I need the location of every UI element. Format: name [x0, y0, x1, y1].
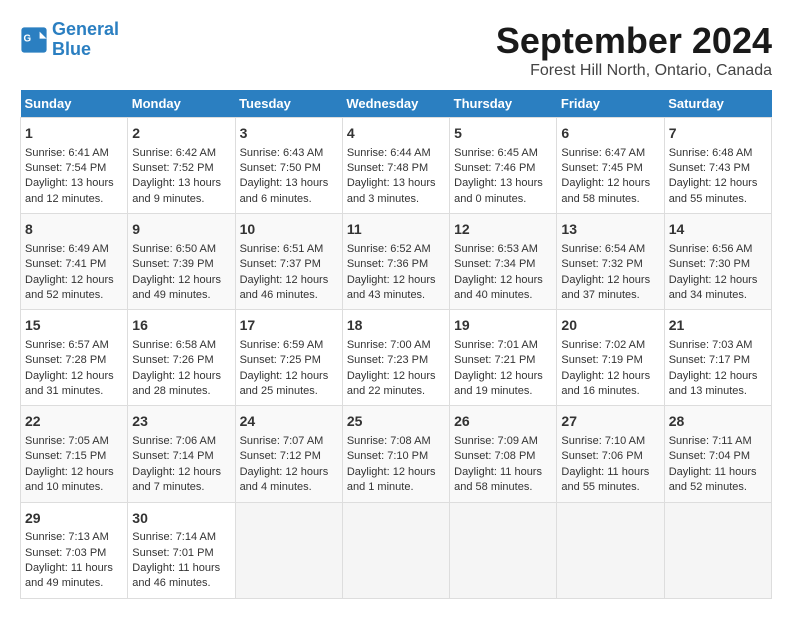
day-24: 24 Sunrise: 7:07 AMSunset: 7:12 PMDaylig… — [235, 406, 342, 502]
day-10: 10 Sunrise: 6:51 AMSunset: 7:37 PMDaylig… — [235, 214, 342, 310]
day-30: 30 Sunrise: 7:14 AMSunset: 7:01 PMDaylig… — [128, 502, 235, 598]
week-row-1: 1 Sunrise: 6:41 AMSunset: 7:54 PMDayligh… — [21, 118, 772, 214]
calendar-table: Sunday Monday Tuesday Wednesday Thursday… — [20, 90, 772, 599]
day-5: 5 Sunrise: 6:45 AMSunset: 7:46 PMDayligh… — [450, 118, 557, 214]
day-23: 23 Sunrise: 7:06 AMSunset: 7:14 PMDaylig… — [128, 406, 235, 502]
day-11: 11 Sunrise: 6:52 AMSunset: 7:36 PMDaylig… — [342, 214, 449, 310]
day-12: 12 Sunrise: 6:53 AMSunset: 7:34 PMDaylig… — [450, 214, 557, 310]
week-row-5: 29 Sunrise: 7:13 AMSunset: 7:03 PMDaylig… — [21, 502, 772, 598]
day-8: 8 Sunrise: 6:49 AMSunset: 7:41 PMDayligh… — [21, 214, 128, 310]
day-20: 20 Sunrise: 7:02 AMSunset: 7:19 PMDaylig… — [557, 310, 664, 406]
location: Forest Hill North, Ontario, Canada — [496, 62, 772, 80]
page-header: G General Blue September 2024 Forest Hil… — [20, 20, 772, 80]
day-3: 3 Sunrise: 6:43 AMSunset: 7:50 PMDayligh… — [235, 118, 342, 214]
day-6: 6 Sunrise: 6:47 AMSunset: 7:45 PMDayligh… — [557, 118, 664, 214]
day-19: 19 Sunrise: 7:01 AMSunset: 7:21 PMDaylig… — [450, 310, 557, 406]
empty-cell-5 — [664, 502, 771, 598]
day-15: 15 Sunrise: 6:57 AMSunset: 7:28 PMDaylig… — [21, 310, 128, 406]
week-row-2: 8 Sunrise: 6:49 AMSunset: 7:41 PMDayligh… — [21, 214, 772, 310]
day-16: 16 Sunrise: 6:58 AMSunset: 7:26 PMDaylig… — [128, 310, 235, 406]
empty-cell-4 — [557, 502, 664, 598]
logo: G General Blue — [20, 20, 119, 60]
col-thursday: Thursday — [450, 90, 557, 118]
col-saturday: Saturday — [664, 90, 771, 118]
day-22: 22 Sunrise: 7:05 AMSunset: 7:15 PMDaylig… — [21, 406, 128, 502]
week-row-3: 15 Sunrise: 6:57 AMSunset: 7:28 PMDaylig… — [21, 310, 772, 406]
day-17: 17 Sunrise: 6:59 AMSunset: 7:25 PMDaylig… — [235, 310, 342, 406]
day-1: 1 Sunrise: 6:41 AMSunset: 7:54 PMDayligh… — [21, 118, 128, 214]
logo-line1: General — [52, 19, 119, 39]
day-26: 26 Sunrise: 7:09 AMSunset: 7:08 PMDaylig… — [450, 406, 557, 502]
title-block: September 2024 Forest Hill North, Ontari… — [496, 20, 772, 80]
col-friday: Friday — [557, 90, 664, 118]
day-14: 14 Sunrise: 6:56 AMSunset: 7:30 PMDaylig… — [664, 214, 771, 310]
empty-cell-1 — [235, 502, 342, 598]
day-4: 4 Sunrise: 6:44 AMSunset: 7:48 PMDayligh… — [342, 118, 449, 214]
day-25: 25 Sunrise: 7:08 AMSunset: 7:10 PMDaylig… — [342, 406, 449, 502]
logo-text: General Blue — [52, 20, 119, 60]
svg-text:G: G — [24, 33, 32, 44]
logo-line2: Blue — [52, 39, 91, 59]
empty-cell-3 — [450, 502, 557, 598]
empty-cell-2 — [342, 502, 449, 598]
col-sunday: Sunday — [21, 90, 128, 118]
col-tuesday: Tuesday — [235, 90, 342, 118]
day-7: 7 Sunrise: 6:48 AMSunset: 7:43 PMDayligh… — [664, 118, 771, 214]
day-29: 29 Sunrise: 7:13 AMSunset: 7:03 PMDaylig… — [21, 502, 128, 598]
month-title: September 2024 — [496, 20, 772, 62]
day-27: 27 Sunrise: 7:10 AMSunset: 7:06 PMDaylig… — [557, 406, 664, 502]
week-row-4: 22 Sunrise: 7:05 AMSunset: 7:15 PMDaylig… — [21, 406, 772, 502]
day-2: 2 Sunrise: 6:42 AMSunset: 7:52 PMDayligh… — [128, 118, 235, 214]
col-monday: Monday — [128, 90, 235, 118]
day-13: 13 Sunrise: 6:54 AMSunset: 7:32 PMDaylig… — [557, 214, 664, 310]
day-18: 18 Sunrise: 7:00 AMSunset: 7:23 PMDaylig… — [342, 310, 449, 406]
logo-icon: G — [20, 26, 48, 54]
day-28: 28 Sunrise: 7:11 AMSunset: 7:04 PMDaylig… — [664, 406, 771, 502]
day-21: 21 Sunrise: 7:03 AMSunset: 7:17 PMDaylig… — [664, 310, 771, 406]
day-9: 9 Sunrise: 6:50 AMSunset: 7:39 PMDayligh… — [128, 214, 235, 310]
calendar-header-row: Sunday Monday Tuesday Wednesday Thursday… — [21, 90, 772, 118]
col-wednesday: Wednesday — [342, 90, 449, 118]
